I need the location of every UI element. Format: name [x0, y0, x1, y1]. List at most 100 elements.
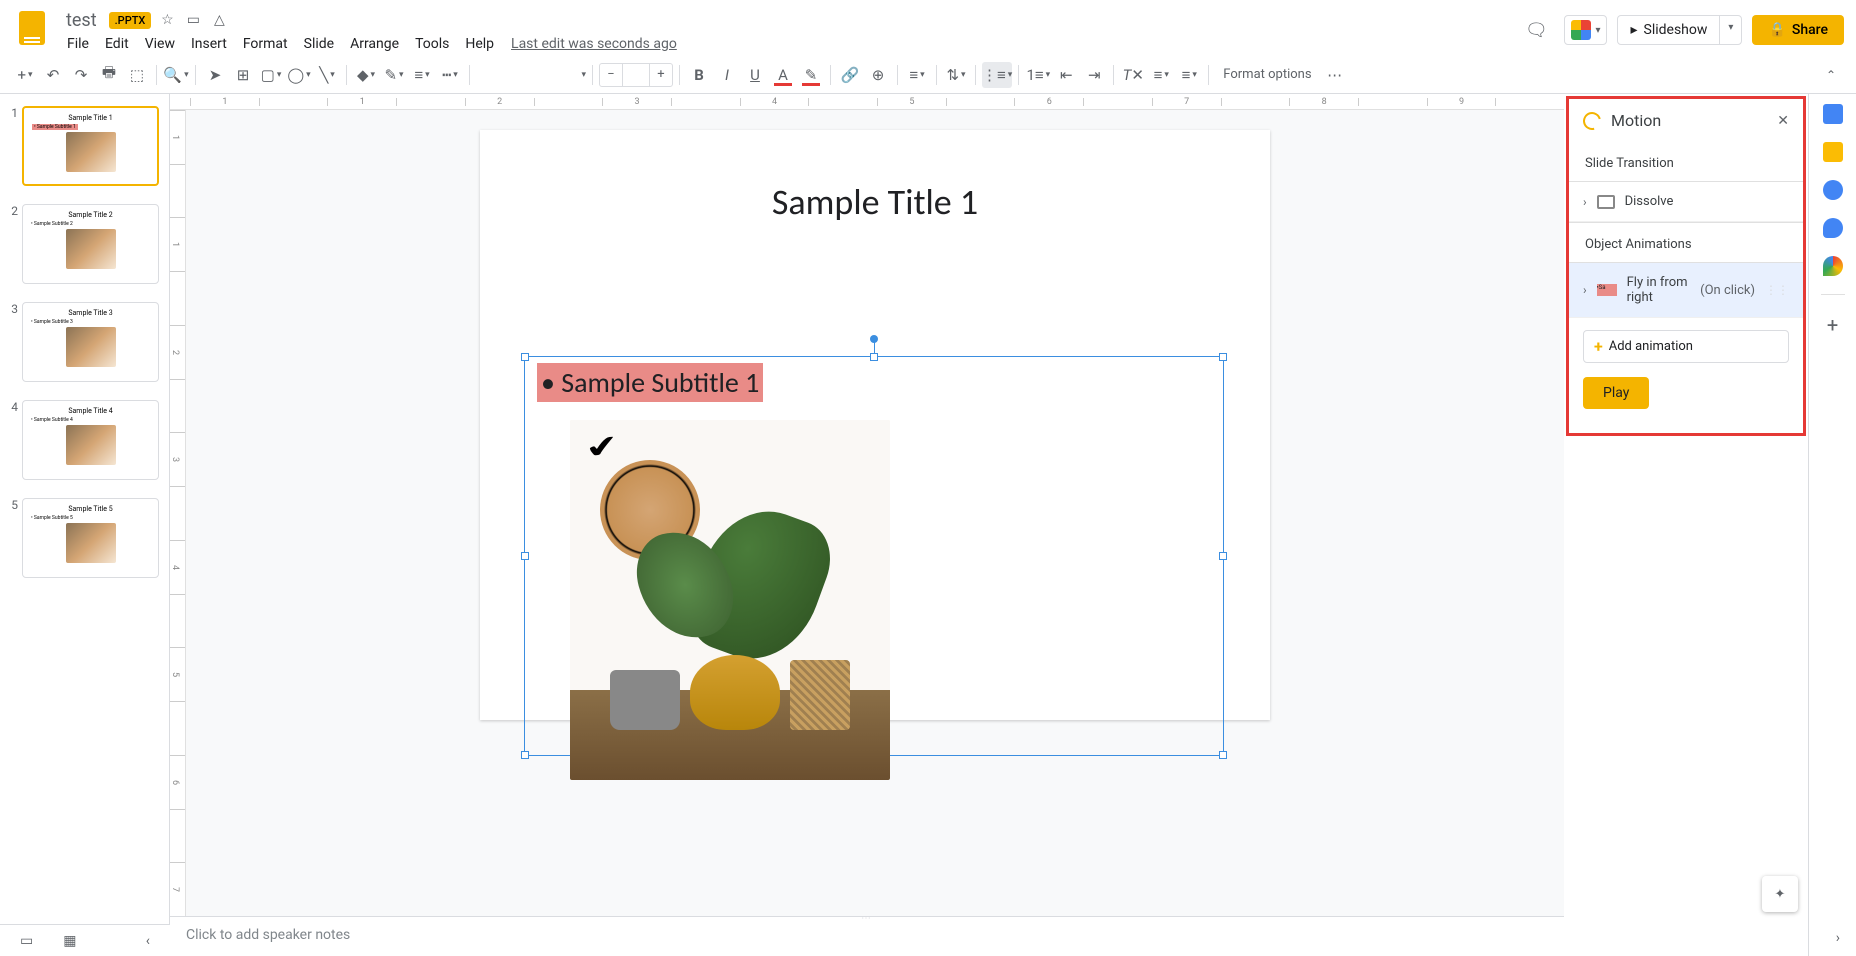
line-tool[interactable]: ╲ [314, 62, 340, 88]
animation-name: Fly in from right [1627, 275, 1691, 305]
menu-format[interactable]: Format [236, 34, 295, 54]
decrease-indent-button[interactable]: ⇤ [1053, 62, 1079, 88]
clear-formatting-button[interactable]: T✕ [1120, 62, 1146, 88]
align-button[interactable]: ≡ [904, 62, 930, 88]
zoom-button[interactable]: 🔍 [163, 62, 189, 88]
menu-arrange[interactable]: Arrange [343, 34, 406, 54]
collapse-filmstrip-icon[interactable]: ‹ [146, 933, 150, 949]
undo-button[interactable]: ↶ [40, 62, 66, 88]
calendar-icon[interactable] [1823, 104, 1843, 124]
font-size-value[interactable] [622, 64, 650, 86]
border-weight-button[interactable]: ≡ [409, 62, 435, 88]
font-size-increase[interactable]: + [650, 67, 672, 82]
paint-format-button[interactable]: ⬚ [124, 62, 150, 88]
comments-icon[interactable]: 🗨 [1518, 12, 1554, 48]
slide-title[interactable]: Sample Title 1 [480, 180, 1270, 224]
explore-button[interactable]: ✦ [1762, 876, 1798, 912]
line-spacing-button[interactable]: ⇅ [943, 62, 969, 88]
menu-help[interactable]: Help [458, 34, 501, 54]
animation-row[interactable]: › •Sa Fly in from right (On click) ⋮⋮ [1569, 263, 1803, 318]
resize-handle-br[interactable] [1219, 751, 1227, 759]
link-button[interactable]: 🔗 [837, 62, 863, 88]
border-color-button[interactable]: ✎ [381, 62, 407, 88]
resize-handle-tm[interactable] [870, 353, 878, 361]
menu-edit[interactable]: Edit [98, 34, 136, 54]
transition-row[interactable]: › Dissolve [1569, 182, 1803, 222]
resize-handle-bl[interactable] [521, 751, 529, 759]
select-tool[interactable]: ➤ [202, 62, 228, 88]
slide-thumbnail[interactable]: Sample Title 3• Sample Subtitle 3 [22, 302, 159, 382]
move-icon[interactable]: ▭ [183, 12, 203, 28]
new-slide-button[interactable]: + [12, 62, 38, 88]
slideshow-dropdown[interactable]: ▾ [1719, 16, 1741, 44]
nike-swoosh-icon: ✔ [581, 428, 624, 467]
star-icon[interactable]: ☆ [157, 12, 177, 28]
slides-logo[interactable] [12, 8, 52, 48]
italic-button[interactable]: I [714, 62, 740, 88]
play-button[interactable]: Play [1583, 377, 1649, 409]
font-dropdown[interactable] [476, 62, 586, 88]
print-button[interactable]: 🖶 [96, 62, 122, 88]
last-edit-link[interactable]: Last edit was seconds ago [511, 36, 677, 52]
close-icon[interactable]: ✕ [1777, 113, 1789, 129]
image-tool[interactable]: ▢ [258, 62, 284, 88]
menu-insert[interactable]: Insert [184, 34, 234, 54]
menu-file[interactable]: File [60, 34, 96, 54]
text-color-button[interactable]: A [770, 62, 796, 88]
more-button[interactable]: ⋯ [1322, 62, 1348, 88]
menu-tools[interactable]: Tools [408, 34, 456, 54]
rotate-handle[interactable] [870, 335, 878, 343]
menu-slide[interactable]: Slide [297, 34, 341, 54]
share-button[interactable]: 🔒Share [1752, 15, 1844, 45]
add-animation-button[interactable]: + Add animation [1583, 330, 1789, 363]
more-list-button[interactable]: ≡ [1176, 62, 1202, 88]
fill-color-button[interactable]: ◆ [353, 62, 379, 88]
slide-image[interactable]: ✔ [570, 420, 890, 780]
drag-handle-icon[interactable]: ⋮⋮ [1765, 283, 1789, 297]
slide-thumbnail[interactable]: Sample Title 4• Sample Subtitle 4 [22, 400, 159, 480]
slide-thumbnail[interactable]: Sample Title 5• Sample Subtitle 5 [22, 498, 159, 578]
keep-icon[interactable] [1823, 142, 1843, 162]
cloud-status-icon[interactable]: △ [209, 12, 229, 28]
bulleted-list-button[interactable]: ⋮≡ [982, 62, 1012, 88]
underline-button[interactable]: U [742, 62, 768, 88]
resize-handle-tr[interactable] [1219, 353, 1227, 361]
numbered-list-button[interactable]: 1≡ [1025, 62, 1051, 88]
font-size-decrease[interactable]: − [600, 67, 622, 82]
filmstrip[interactable]: 1Sample Title 1• Sample Subtitle 12Sampl… [0, 94, 170, 956]
add-on-plus-icon[interactable]: + [1827, 313, 1838, 337]
highlight-color-button[interactable]: ✎ [798, 62, 824, 88]
meet-button[interactable]: ▾ [1564, 15, 1607, 45]
speaker-notes-placeholder: Click to add speaker notes [186, 927, 350, 943]
tasks-icon[interactable] [1823, 180, 1843, 200]
filmstrip-view-icon[interactable]: ▭ [20, 933, 33, 949]
menu-view[interactable]: View [138, 34, 182, 54]
speaker-notes[interactable]: ⋯ Click to add speaker notes [170, 916, 1564, 956]
list-options-button[interactable]: ≡ [1148, 62, 1174, 88]
redo-button[interactable]: ↷ [68, 62, 94, 88]
doc-title[interactable]: test [60, 10, 103, 31]
thumb-number: 3 [4, 302, 18, 382]
bold-button[interactable]: B [686, 62, 712, 88]
increase-indent-button[interactable]: ⇥ [1081, 62, 1107, 88]
maps-icon[interactable] [1823, 256, 1843, 276]
format-options-button[interactable]: Format options [1215, 67, 1319, 82]
slide-canvas[interactable]: Sample Title 1 Sample Subtitle 1 [480, 130, 1270, 720]
slideshow-button[interactable]: ▸Slideshow [1618, 16, 1719, 44]
resize-handle-mr[interactable] [1219, 552, 1227, 560]
slide-thumbnail[interactable]: Sample Title 2• Sample Subtitle 2 [22, 204, 159, 284]
grid-view-icon[interactable]: ▦ [63, 933, 76, 949]
contacts-icon[interactable] [1823, 218, 1843, 238]
resize-handle-tl[interactable] [521, 353, 529, 361]
slide-subtitle[interactable]: Sample Subtitle 1 [537, 363, 763, 402]
hide-side-panel-icon[interactable]: › [1836, 930, 1840, 946]
slide-thumbnail[interactable]: Sample Title 1• Sample Subtitle 1 [22, 106, 159, 186]
motion-panel-title: Motion [1611, 111, 1767, 130]
textbox-tool[interactable]: ⊞ [230, 62, 256, 88]
resize-handle-ml[interactable] [521, 552, 529, 560]
border-dash-button[interactable]: ┅ [437, 62, 463, 88]
comment-button[interactable]: ⊕ [865, 62, 891, 88]
notes-resize-handle[interactable]: ⋯ [861, 913, 873, 924]
collapse-toolbar-button[interactable]: ⌃ [1818, 68, 1844, 82]
shape-tool[interactable]: ◯ [286, 62, 312, 88]
